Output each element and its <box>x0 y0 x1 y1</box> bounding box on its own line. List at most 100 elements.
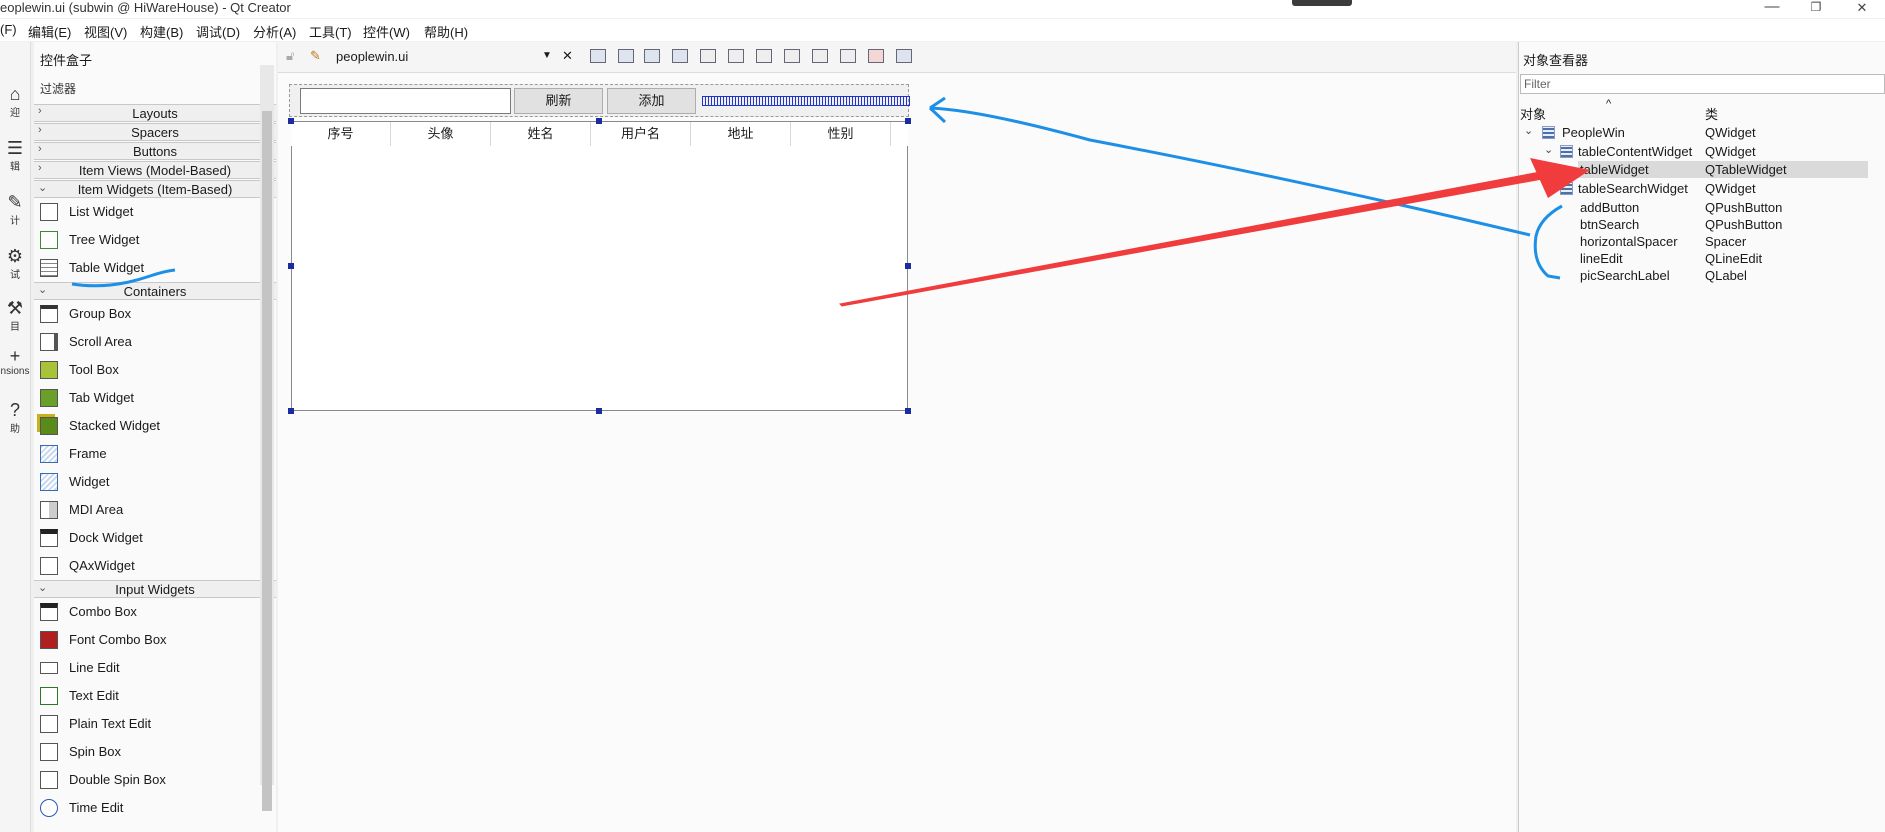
menu-file[interactable]: (F) <box>0 22 17 37</box>
close-window-button[interactable]: ✕ <box>1852 0 1872 16</box>
widget-item-stacked-widget[interactable]: Stacked Widget <box>34 412 276 440</box>
mode-edit[interactable]: ☰ 辑 <box>0 138 30 173</box>
layout-form-icon[interactable] <box>812 49 828 63</box>
category-buttons[interactable]: › Buttons <box>34 142 276 160</box>
text-edit-icon <box>40 687 58 705</box>
inspector-row[interactable]: ⌄ tableSearchWidget QWidget <box>1518 180 1885 197</box>
category-spacers[interactable]: › Spacers <box>34 123 276 141</box>
inspector-row[interactable]: picSearchLabel QLabel <box>1518 267 1885 284</box>
inspector-row[interactable]: btnSearch QPushButton <box>1518 216 1885 233</box>
resize-handle[interactable] <box>288 408 294 414</box>
category-item-widgets[interactable]: ⌄ Item Widgets (Item-Based) <box>34 180 276 198</box>
column-header[interactable]: 性别 <box>791 122 891 146</box>
inspector-row[interactable]: lineEdit QLineEdit <box>1518 250 1885 267</box>
mode-help[interactable]: ? 助 <box>0 400 30 435</box>
widget-item-combo-box[interactable]: Combo Box <box>34 598 276 626</box>
column-header-object[interactable]: 对象 <box>1520 104 1546 123</box>
category-input-widgets[interactable]: ⌄ Input Widgets <box>34 580 276 598</box>
column-header-class[interactable]: 类 <box>1705 104 1718 123</box>
category-layouts[interactable]: › Layouts <box>34 104 276 122</box>
menu-build[interactable]: 构建(B) <box>140 22 183 41</box>
widget-item-frame[interactable]: Frame <box>34 440 276 468</box>
edit-icon: ☰ <box>6 138 24 158</box>
adjust-size-icon[interactable] <box>896 49 912 63</box>
mode-projects[interactable]: ⚒ 目 <box>0 298 30 333</box>
layout-horizontal-icon[interactable] <box>700 49 716 63</box>
mode-welcome[interactable]: ⌂ 迎 <box>0 84 30 119</box>
widget-item-double-spin-box[interactable]: Double Spin Box <box>34 766 276 794</box>
mode-design[interactable]: ✎ 计 <box>0 192 30 227</box>
file-dropdown-chevron-icon[interactable]: ▼ <box>542 50 552 61</box>
menu-help[interactable]: 帮助(H) <box>424 22 468 41</box>
menu-tools[interactable]: 工具(T) <box>309 22 352 41</box>
resize-handle[interactable] <box>905 118 911 124</box>
table-widget[interactable] <box>291 121 908 411</box>
widget-item-line-edit[interactable]: Line Edit <box>34 654 276 682</box>
widget-item-table-widget[interactable]: Table Widget <box>34 254 276 282</box>
mode-extensions[interactable]: + nsions <box>0 346 30 377</box>
layout-grid-icon[interactable] <box>840 49 856 63</box>
widget-item-scroll-area[interactable]: Scroll Area <box>34 328 276 356</box>
mode-label: 辑 <box>10 162 20 173</box>
inspector-filter-input[interactable]: Filter <box>1520 74 1885 94</box>
resize-handle[interactable] <box>596 408 602 414</box>
resize-handle[interactable] <box>905 263 911 269</box>
break-layout-icon[interactable] <box>868 49 884 63</box>
widget-item-tool-box[interactable]: Tool Box <box>34 356 276 384</box>
splitter-horizontal-icon[interactable] <box>756 49 772 63</box>
resize-handle[interactable] <box>288 263 294 269</box>
inspector-row-selected[interactable]: tableWidget QTableWidget <box>1578 161 1868 178</box>
close-file-button[interactable]: ✕ <box>562 48 573 64</box>
widget-item-qaxwidget[interactable]: QAxWidget <box>34 552 276 580</box>
widget-filter-input[interactable]: 过滤器 <box>40 80 76 97</box>
refresh-button[interactable]: 刷新 <box>514 88 603 114</box>
widget-item-widget[interactable]: Widget <box>34 468 276 496</box>
grid-layout-icon <box>1560 145 1573 158</box>
widget-item-tree-widget[interactable]: Tree Widget <box>34 226 276 254</box>
widget-box-scrollbar[interactable] <box>260 65 274 811</box>
widget-item-dock-widget[interactable]: Dock Widget <box>34 524 276 552</box>
layout-vertical-icon[interactable] <box>728 49 744 63</box>
column-header[interactable]: 序号 <box>291 122 391 146</box>
widget-item-time-edit[interactable]: Time Edit <box>34 794 276 822</box>
widget-item-mdi-area[interactable]: MDI Area <box>34 496 276 524</box>
category-item-views[interactable]: › Item Views (Model-Based) <box>34 161 276 179</box>
column-header[interactable]: 姓名 <box>491 122 591 146</box>
resize-handle[interactable] <box>288 118 294 124</box>
menu-debug[interactable]: 调试(D) <box>196 22 240 41</box>
resize-handle[interactable] <box>905 408 911 414</box>
category-containers[interactable]: ⌄ Containers <box>34 282 276 300</box>
add-button[interactable]: 添加 <box>607 88 696 114</box>
edit-widgets-icon[interactable] <box>590 49 606 63</box>
inspector-row[interactable]: ⌄ PeopleWin QWidget <box>1518 124 1885 141</box>
maximize-button[interactable]: ❐ <box>1806 0 1826 14</box>
widget-item-plain-text-edit[interactable]: Plain Text Edit <box>34 710 276 738</box>
mode-debug[interactable]: ⚙ 试 <box>0 246 30 281</box>
inspector-row[interactable]: addButton QPushButton <box>1518 199 1885 216</box>
inspector-row[interactable]: ⌄ tableContentWidget QWidget <box>1518 143 1885 160</box>
search-line-edit[interactable] <box>300 88 511 114</box>
widget-item-list-widget[interactable]: List Widget <box>34 198 276 226</box>
column-header[interactable]: 用户名 <box>591 122 691 146</box>
inspector-row[interactable]: horizontalSpacer Spacer <box>1518 233 1885 250</box>
chevron-down-icon: ⌄ <box>1544 181 1554 193</box>
widget-item-spin-box[interactable]: Spin Box <box>34 738 276 766</box>
menu-view[interactable]: 视图(V) <box>84 22 127 41</box>
menu-analyze[interactable]: 分析(A) <box>253 22 296 41</box>
column-header[interactable]: 地址 <box>691 122 791 146</box>
menu-controls[interactable]: 控件(W) <box>363 22 410 41</box>
edit-tab-order-icon[interactable] <box>672 49 688 63</box>
widget-item-tab-widget[interactable]: Tab Widget <box>34 384 276 412</box>
widget-item-font-combo-box[interactable]: Font Combo Box <box>34 626 276 654</box>
scrollbar-thumb[interactable] <box>262 111 272 811</box>
column-header[interactable]: 头像 <box>391 122 491 146</box>
edit-signals-icon[interactable] <box>618 49 634 63</box>
minimize-button[interactable]: — <box>1762 0 1782 15</box>
menu-edit[interactable]: 编辑(E) <box>28 22 71 41</box>
horizontal-spacer[interactable] <box>702 96 910 106</box>
edit-buddies-icon[interactable] <box>644 49 660 63</box>
splitter-vertical-icon[interactable] <box>784 49 800 63</box>
widget-item-text-edit[interactable]: Text Edit <box>34 682 276 710</box>
resize-handle[interactable] <box>596 118 602 124</box>
widget-item-group-box[interactable]: Group Box <box>34 300 276 328</box>
